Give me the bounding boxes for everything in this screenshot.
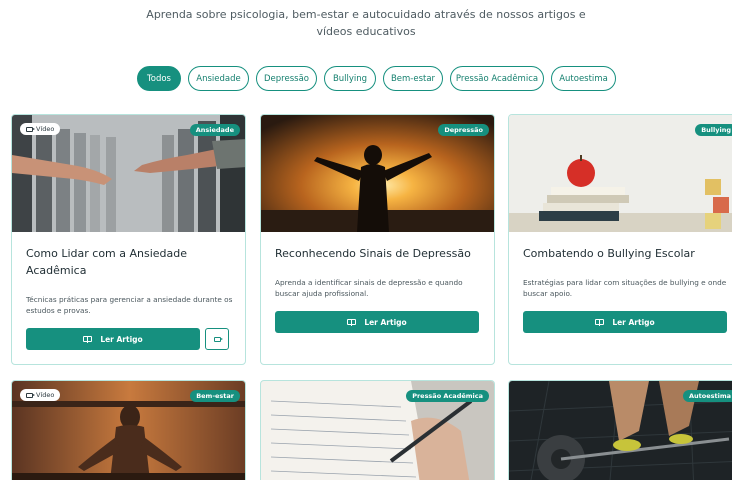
article-card: Vídeo Bem-estar [11,380,246,480]
card-image-books: Bullying [509,115,732,232]
category-badge: Autoestima [682,390,732,402]
article-card: Autoestima [508,380,732,480]
card-image-meditation: Vídeo Bem-estar [12,381,245,480]
card-description: Técnicas práticas para gerenciar a ansie… [26,295,233,315]
read-article-button[interactable]: Ler Artigo [275,311,479,333]
card-image-notebook: Pressão Acadêmica [261,381,494,480]
read-article-button[interactable]: Ler Artigo [26,328,200,350]
card-image-hands: Vídeo Ansiedade [12,115,245,232]
video-badge: Vídeo [20,123,61,135]
card-title: Como Lidar com a Ansiedade Acadêmica [26,247,188,277]
camera-icon [26,126,35,132]
book-icon [347,319,357,326]
page-subtitle: Aprenda sobre psicologia, bem-estar e au… [146,8,586,38]
category-filters: Todos Ansiedade Depressão Bullying Bem-e… [0,66,732,92]
category-badge: Ansiedade [189,124,240,136]
camera-icon [213,336,223,342]
card-title: Combatendo o Bullying Escolar [523,247,695,260]
category-badge: Depressão [438,124,489,136]
read-article-button[interactable]: Ler Artigo [523,311,727,333]
category-badge: Bullying [695,124,732,136]
card-description: Aprenda a identificar sinais de depressã… [275,278,463,298]
filter-depressao[interactable]: Depressão [256,66,317,91]
filter-bem-estar[interactable]: Bem-estar [383,66,443,91]
card-title: Reconhecendo Sinais de Depressão [275,247,471,260]
video-badge: Vídeo [20,389,61,401]
category-badge: Pressão Acadêmica [406,390,489,402]
filter-todos[interactable]: Todos [137,66,181,91]
article-card: Vídeo Ansiedade Como Lidar com a Ansieda… [11,114,246,365]
category-badge: Bem-estar [190,390,240,402]
filter-autoestima[interactable]: Autoestima [551,66,616,91]
filter-bullying[interactable]: Bullying [324,66,376,91]
article-card: Bullying Combatendo o Bullying Escolar E… [508,114,732,365]
filter-ansiedade[interactable]: Ansiedade [188,66,249,91]
book-icon [595,319,605,326]
book-icon [83,336,93,343]
article-card: Pressão Acadêmica [260,380,495,480]
watch-video-button[interactable] [205,328,229,350]
camera-icon [26,392,35,398]
card-description: Estratégias para lidar com situações de … [523,278,727,298]
article-card: Depressão Reconhecendo Sinais de Depress… [260,114,495,365]
card-image-gym: Autoestima [509,381,732,480]
card-image-sunset: Depressão [261,115,494,232]
filter-pressao-academica[interactable]: Pressão Acadêmica [450,66,544,91]
